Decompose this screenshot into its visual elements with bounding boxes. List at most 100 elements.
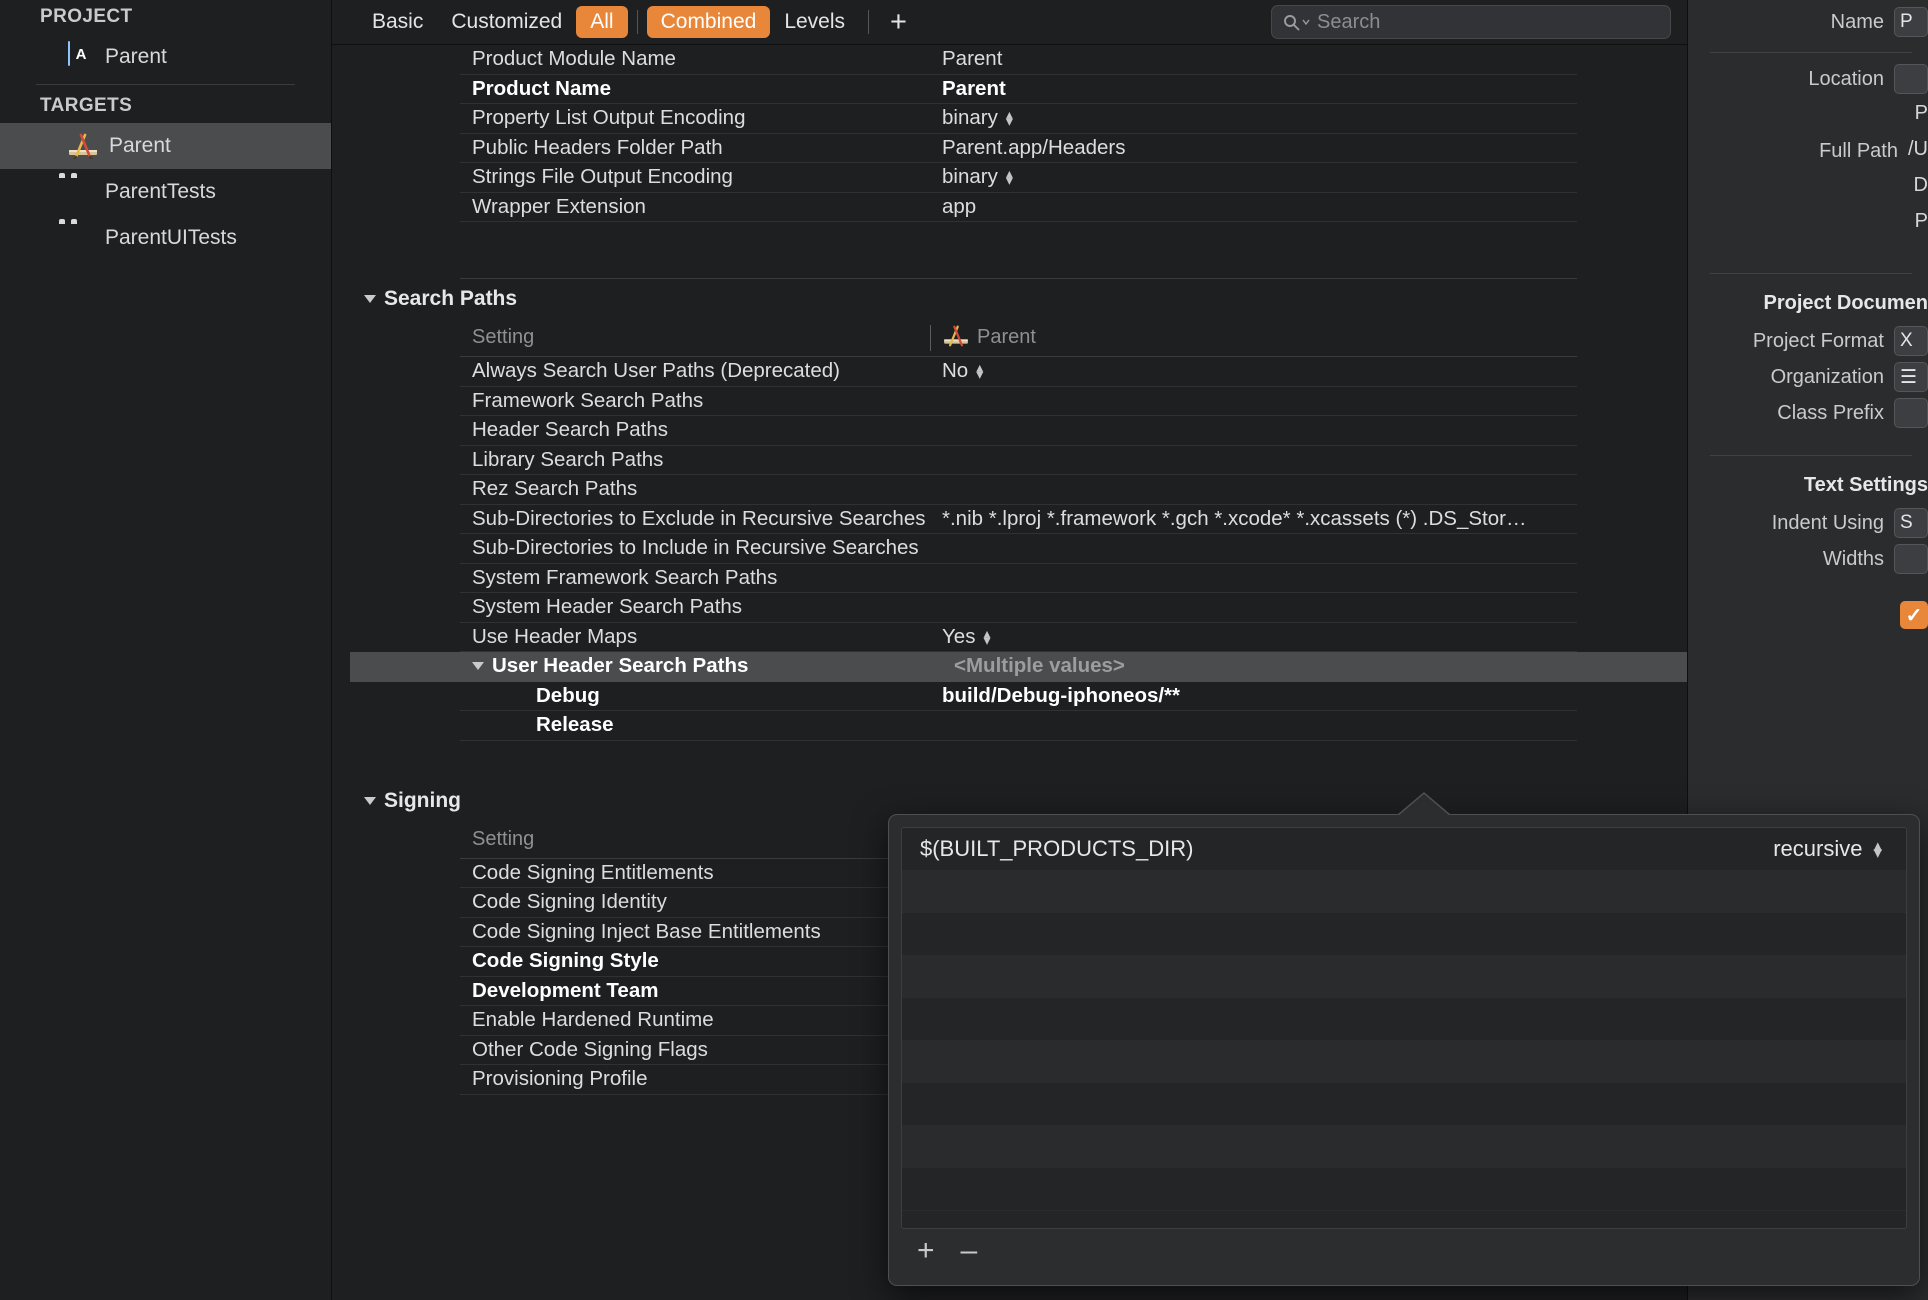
setting-row-strings-file-output-encoding[interactable]: Strings File Output Encoding binary ▴ ▾	[460, 163, 1577, 193]
setting-row-system-framework-search-paths[interactable]: System Framework Search Paths	[460, 564, 1577, 593]
widths-field[interactable]	[1894, 544, 1928, 574]
filter-basic[interactable]: Basic	[358, 6, 437, 38]
popover-row[interactable]	[902, 955, 1906, 998]
organization-field[interactable]: ☰	[1894, 362, 1928, 392]
remove-value-button[interactable]: –	[961, 1234, 978, 1268]
inspector-row-class-prefix[interactable]: Class Prefix	[1688, 397, 1928, 433]
setting-row-user-header-debug[interactable]: Debug build/Debug-iphoneos/**	[460, 682, 1577, 711]
setting-value[interactable]: No ▴ ▾	[930, 359, 1577, 383]
popover-mode-label: recursive	[1773, 835, 1863, 861]
inspector-divider	[1710, 455, 1912, 456]
popover-row[interactable]: $(BUILT_PRODUCTS_DIR) recursive ▴ ▾	[902, 828, 1906, 871]
setting-name: Other Code Signing Flags	[472, 1037, 708, 1061]
setting-row-subdirs-include[interactable]: Sub-Directories to Include in Recursive …	[460, 534, 1577, 564]
add-setting-button[interactable]: +	[878, 8, 919, 37]
sidebar-item-target-parenttests[interactable]: ParentTests	[0, 169, 331, 215]
inspector-label: Location	[1808, 68, 1884, 90]
setting-value[interactable]: app	[930, 195, 1577, 219]
setting-value[interactable]: binary ▴ ▾	[930, 106, 1577, 130]
name-field[interactable]: P	[1894, 7, 1928, 37]
setting-row-rez-search-paths[interactable]: Rez Search Paths	[460, 475, 1577, 505]
mode-combined[interactable]: Combined	[646, 6, 771, 38]
popover-row[interactable]	[902, 1083, 1906, 1126]
indent-using-select[interactable]: S	[1894, 508, 1928, 538]
location-value: P	[1914, 102, 1928, 124]
stepper-icon[interactable]: ▴ ▾	[983, 626, 990, 647]
inspector-label: Widths	[1822, 548, 1884, 570]
setting-row-use-header-maps[interactable]: Use Header Maps Yes ▴ ▾	[460, 623, 1577, 652]
setting-value[interactable]: build/Debug-iphoneos/**	[930, 684, 1577, 708]
setting-name: Code Signing Style	[472, 949, 659, 973]
sidebar-item-target-parentuitests[interactable]: ParentUITests	[0, 215, 331, 261]
stepper-icon[interactable]: ▴ ▾	[1006, 107, 1013, 128]
location-select[interactable]	[1894, 64, 1928, 94]
setting-name: Always Search User Paths (Deprecated)	[472, 359, 841, 383]
setting-value[interactable]: *.nib *.lproj *.framework *.gch *.xcode*…	[930, 507, 1577, 531]
inspector-row-full-path: Full Path /U	[1688, 135, 1928, 171]
setting-value[interactable]: Parent	[930, 77, 1577, 101]
inspector-row-organization[interactable]: Organization ☰	[1688, 361, 1928, 397]
setting-row-always-search-user-paths[interactable]: Always Search User Paths (Deprecated) No…	[460, 357, 1577, 387]
setting-row-system-header-search-paths[interactable]: System Header Search Paths	[460, 593, 1577, 623]
filter-customized[interactable]: Customized	[437, 6, 576, 38]
class-prefix-field[interactable]	[1894, 398, 1928, 428]
popover-mode-select[interactable]: recursive ▴ ▾	[1773, 836, 1888, 862]
popover-row[interactable]	[902, 1040, 1906, 1083]
group-header-search-paths[interactable]: Search Paths	[350, 279, 1687, 319]
stepper-icon[interactable]: ▴ ▾	[1873, 837, 1882, 861]
setting-value[interactable]: Parent.app/Headers	[930, 136, 1577, 160]
inspector-row-indent-using[interactable]: Indent Using S	[1688, 507, 1928, 543]
popover-row[interactable]	[902, 1168, 1906, 1211]
popover-value-text[interactable]: $(BUILT_PRODUCTS_DIR)	[920, 836, 1773, 862]
setting-row-public-headers-folder-path[interactable]: Public Headers Folder Path Parent.app/He…	[460, 134, 1577, 163]
setting-name: System Header Search Paths	[472, 595, 743, 619]
value-editor-popover[interactable]: $(BUILT_PRODUCTS_DIR) recursive ▴ ▾ + –	[888, 814, 1920, 1286]
add-value-button[interactable]: +	[917, 1234, 935, 1268]
setting-row-product-name[interactable]: Product Name Parent	[460, 75, 1577, 104]
setting-row-framework-search-paths[interactable]: Framework Search Paths	[460, 387, 1577, 416]
inspector-label: Indent Using	[1771, 512, 1884, 534]
popover-row[interactable]	[902, 870, 1906, 913]
search-field[interactable]: Search	[1271, 5, 1671, 39]
disclosure-triangle-icon[interactable]	[472, 662, 484, 671]
column-headers: Setting Parent	[460, 319, 1577, 357]
setting-value-multiple[interactable]: <Multiple values>	[942, 654, 1577, 678]
setting-name: Library Search Paths	[472, 447, 664, 471]
setting-row-subdirs-exclude[interactable]: Sub-Directories to Exclude in Recursive …	[460, 505, 1577, 534]
full-path-line: P	[1914, 210, 1928, 232]
sidebar-item-target-parent[interactable]: Parent	[0, 123, 331, 169]
setting-value[interactable]: Yes ▴ ▾	[930, 625, 1577, 649]
setting-row-property-list-output-encoding[interactable]: Property List Output Encoding binary ▴ ▾	[460, 104, 1577, 134]
disclosure-triangle-icon[interactable]	[364, 796, 376, 805]
setting-row-header-search-paths[interactable]: Header Search Paths	[460, 416, 1577, 446]
setting-row-library-search-paths[interactable]: Library Search Paths	[460, 446, 1577, 475]
project-navigator-sidebar: PROJECT Parent TARGETS	[0, 0, 332, 1300]
setting-name: Provisioning Profile	[472, 1067, 648, 1091]
project-format-select[interactable]: X	[1894, 326, 1928, 356]
stepper-icon[interactable]: ▴ ▾	[1006, 166, 1013, 187]
checkbox-checked-icon[interactable]: ✓	[1900, 601, 1928, 629]
popover-row[interactable]	[902, 1125, 1906, 1168]
filter-all[interactable]: All	[576, 6, 628, 38]
setting-value[interactable]: binary ▴ ▾	[930, 165, 1577, 189]
stepper-icon[interactable]: ▴ ▾	[976, 360, 983, 381]
setting-row-user-header-search-paths[interactable]: User Header Search Paths <Multiple value…	[350, 652, 1687, 682]
mode-levels[interactable]: Levels	[770, 6, 859, 38]
popover-value-list[interactable]: $(BUILT_PRODUCTS_DIR) recursive ▴ ▾	[901, 827, 1907, 1229]
setting-name: User Header Search Paths	[460, 654, 942, 678]
setting-row-wrapper-extension[interactable]: Wrapper Extension app	[460, 193, 1577, 222]
setting-row-user-header-release[interactable]: Release	[460, 711, 1577, 741]
inspector-row-project-format[interactable]: Project Format X	[1688, 325, 1928, 361]
inspector-row-widths[interactable]: Widths	[1688, 543, 1928, 579]
inspector-row-checkbox[interactable]: ✓	[1688, 601, 1928, 637]
app-target-icon	[68, 133, 98, 160]
inspector-row-name[interactable]: Name P	[1688, 6, 1928, 42]
setting-value[interactable]: Parent	[930, 47, 1577, 71]
inspector-row-location[interactable]: Location	[1688, 63, 1928, 99]
setting-row-product-module-name[interactable]: Product Module Name Parent	[460, 45, 1577, 75]
popover-row[interactable]	[902, 913, 1906, 956]
popover-row[interactable]	[902, 998, 1906, 1041]
disclosure-triangle-icon[interactable]	[364, 295, 376, 303]
sidebar-item-project-parent[interactable]: Parent	[0, 34, 331, 80]
full-path-value: /U	[1908, 138, 1928, 160]
